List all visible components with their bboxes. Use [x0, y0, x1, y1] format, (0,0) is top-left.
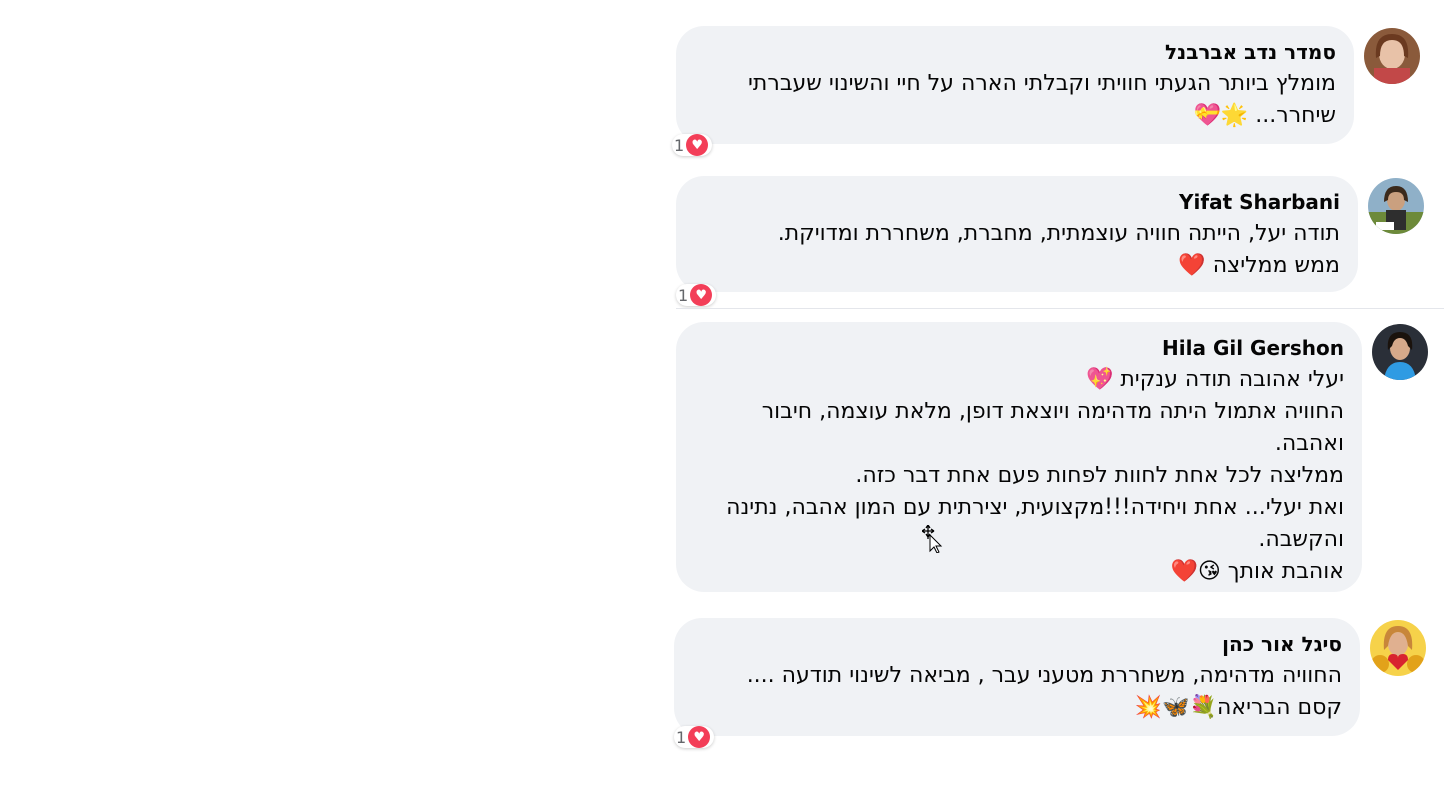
comment-text: ממליצה לכל אחת לחוות לפחות פעם אחת דבר כ…: [855, 463, 1344, 488]
heart-reaction-icon: ♥: [688, 726, 711, 748]
comment-text: ממש ממליצה ❤️: [1178, 253, 1340, 278]
reaction-badge[interactable]: 1 ♥: [672, 134, 713, 156]
heart-reaction-icon: ♥: [690, 284, 713, 306]
comment-text: אוהבת אותך 😘❤️: [1170, 559, 1344, 584]
comment-text: ואהבה.: [1274, 431, 1344, 456]
avatar[interactable]: [1368, 178, 1424, 234]
reaction-badge[interactable]: 1 ♥: [676, 284, 717, 306]
avatar[interactable]: [1372, 324, 1428, 380]
avatar[interactable]: [1364, 28, 1420, 84]
comment-author[interactable]: סמדר נדב אברבנל: [694, 38, 1336, 66]
comment-author[interactable]: Yifat Sharbani: [694, 188, 1340, 216]
comment-text: שיחרר... 🌟💝: [1193, 103, 1336, 128]
comment-text: החוויה מדהימה, משחררת מטעני עבר , מביאה …: [746, 663, 1342, 688]
comment-text: תודה יעל, הייתה חוויה עוצמתית, מחברת, מש…: [777, 221, 1340, 246]
comment-text: והקשבה.: [1258, 527, 1344, 552]
comment-author[interactable]: סיגל אור כהן: [692, 630, 1342, 658]
comment-text: ואת יעלי... אחת ויחידה!!!מקצועית, יצירתי…: [726, 495, 1344, 520]
comment-bubble: Yifat Sharbani תודה יעל, הייתה חוויה עוצ…: [676, 176, 1358, 292]
reaction-badge[interactable]: 1 ♥: [674, 726, 715, 748]
reaction-count: 1: [678, 285, 689, 305]
comment-bubble: סיגל אור כהן החוויה מדהימה, משחררת מטעני…: [674, 618, 1360, 736]
move-cursor-icon: [922, 525, 943, 553]
reaction-count: 1: [676, 727, 687, 747]
divider: [676, 308, 1444, 309]
reaction-count: 1: [674, 135, 685, 155]
comment-bubble: Hila Gil Gershon יעלי אהובה תודה ענקית 💖…: [676, 322, 1362, 592]
avatar[interactable]: [1370, 620, 1426, 676]
comment-text: יעלי אהובה תודה ענקית 💖: [1085, 367, 1344, 392]
comment-text: קסם הבריאה💐🦋💥: [1134, 695, 1342, 720]
comment-author[interactable]: Hila Gil Gershon: [694, 334, 1344, 362]
comment-text: החוויה אתמול היתה מדהימה ויוצאת דופן, מל…: [761, 399, 1344, 424]
comment-bubble: סמדר נדב אברבנל מומלץ ביותר הגעתי חוויתי…: [676, 26, 1354, 144]
heart-reaction-icon: ♥: [686, 134, 709, 156]
comment-text: מומלץ ביותר הגעתי חוויתי וקבלתי הארה על …: [748, 71, 1336, 96]
